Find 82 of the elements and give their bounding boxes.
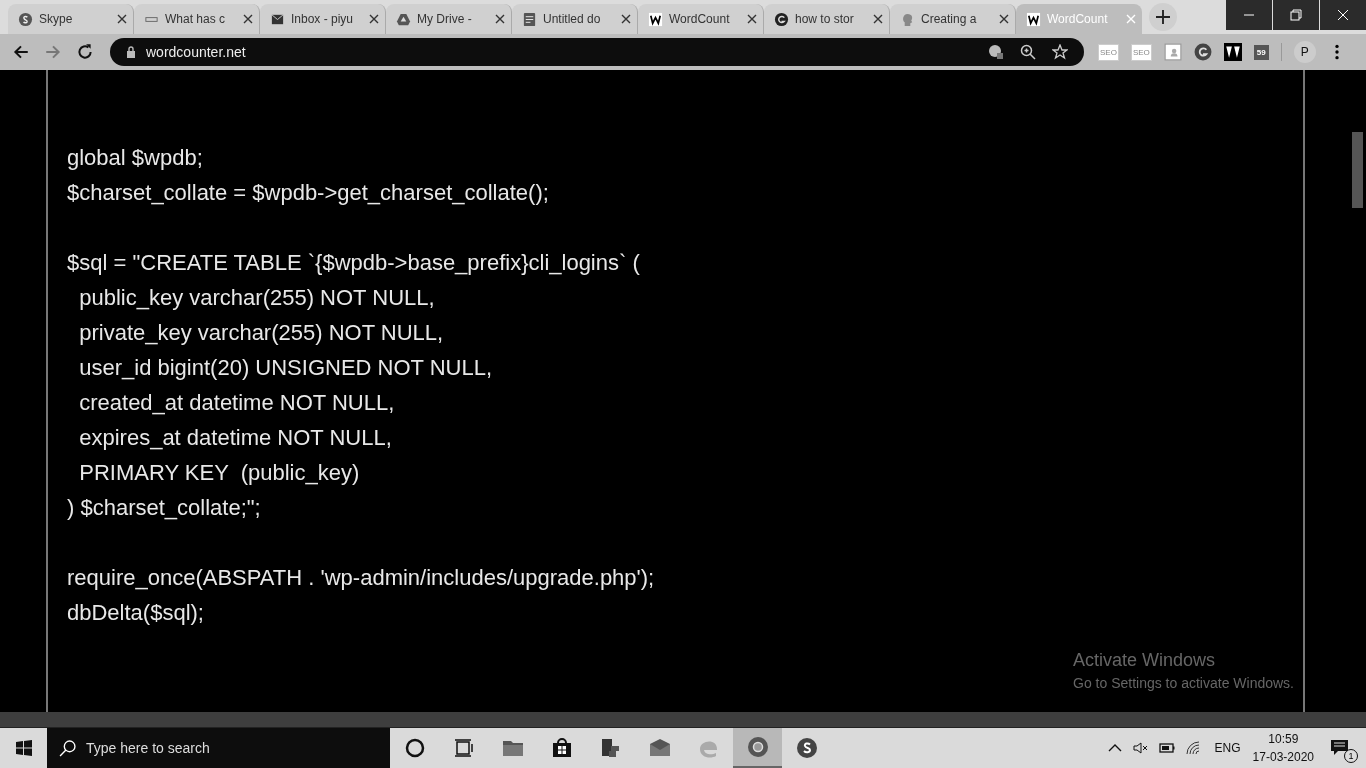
url-text: wordcounter.net [146, 44, 246, 60]
search-icon [59, 739, 76, 757]
wifi-icon[interactable] [1184, 740, 1201, 756]
word-logo-icon [648, 11, 663, 27]
close-icon [1337, 9, 1349, 21]
triangles-icon[interactable] [1223, 43, 1242, 61]
language-indicator[interactable]: ENG [1214, 741, 1241, 755]
skype-icon [18, 11, 33, 27]
browser-tab[interactable]: Untitled do [512, 4, 638, 34]
speaker-muted-icon[interactable] [1132, 740, 1149, 756]
tab-title: WordCount [1047, 12, 1109, 26]
horizontal-scrollbar[interactable] [0, 712, 1366, 728]
code-line: dbDelta($sql); [67, 599, 205, 627]
browser-tab[interactable]: Skype [8, 4, 134, 34]
code-line: global $wpdb; [67, 144, 204, 172]
star-icon[interactable] [1052, 44, 1068, 60]
tab-title: Inbox - piyu [291, 12, 355, 26]
tab-title: Untitled do [543, 12, 602, 26]
browser-tab[interactable]: how to stor [764, 4, 890, 34]
code-line: created_at datetime NOT NULL, [78, 389, 396, 417]
seo-extension[interactable]: SEO [1098, 43, 1119, 61]
zoom-icon[interactable] [1020, 44, 1036, 60]
chrome-logo-icon [745, 735, 770, 759]
activation-title: Activate Windows [1073, 650, 1217, 671]
mail-icon [270, 11, 285, 27]
close-icon[interactable] [621, 14, 631, 24]
browser-tab[interactable]: What has c [134, 4, 260, 34]
close-icon[interactable] [117, 14, 127, 24]
close-icon[interactable] [369, 14, 379, 24]
close-icon[interactable] [747, 14, 757, 24]
browser-tab[interactable]: Creating a [890, 4, 1016, 34]
tab-title: Creating a [921, 12, 978, 26]
restore-icon [1290, 9, 1302, 21]
code-line: ) $charset_collate;"; [67, 494, 262, 522]
tab-title: how to stor [795, 12, 855, 26]
counter-extension[interactable]: 59 [1253, 44, 1269, 60]
seo-extension[interactable]: SEO [1130, 43, 1152, 61]
document-icon [522, 11, 537, 27]
code-line: public_key varchar(255) NOT NULL, [78, 284, 436, 312]
close-icon[interactable] [999, 14, 1009, 24]
code-line: require_once(ABSPATH . 'wp-admin/includes/upgrade.php'); [67, 564, 656, 592]
code-line: PRIMARY KEY (public_key) [78, 459, 361, 487]
cookie-icon[interactable] [988, 44, 1004, 60]
tab-title: My Drive - [417, 12, 473, 26]
notification-count: 1 [1344, 749, 1358, 763]
chrome-taskbar-button[interactable] [733, 728, 782, 768]
taskbar-search-field[interactable]: Type here to search [47, 728, 390, 768]
profile-avatar[interactable]: P [1293, 41, 1316, 63]
reload-icon[interactable] [76, 43, 94, 61]
clock-time[interactable]: 10:59 [1268, 732, 1299, 746]
tab-title: WordCount [669, 12, 731, 26]
code-line: user_id bigint(20) UNSIGNED NOT NULL, [78, 354, 494, 382]
word-logo-icon [1026, 11, 1041, 27]
browser-tab[interactable]: My Drive - [386, 4, 512, 34]
code-line: $charset_collate = $wpdb->get_charset_collate(); [67, 179, 550, 207]
restore-button[interactable] [1273, 0, 1319, 30]
triangle-icon [396, 11, 411, 27]
browser-tab[interactable]: WordCount [638, 4, 764, 34]
close-icon[interactable] [495, 14, 505, 24]
code-line: private_key varchar(255) NOT NULL, [78, 319, 445, 347]
new-tab-button[interactable] [1149, 3, 1177, 31]
browser-tab[interactable]: Inbox - piyu [260, 4, 386, 34]
activation-text: Go to Settings to activate Windows. [1073, 675, 1294, 691]
plus-icon [1156, 10, 1170, 24]
tab-title: What has c [165, 12, 227, 26]
close-icon[interactable] [873, 14, 883, 24]
battery-icon[interactable] [1158, 740, 1175, 756]
close-icon[interactable] [243, 14, 253, 24]
head-icon [900, 11, 915, 27]
g-logo-icon[interactable] [1193, 43, 1212, 61]
chat-bubble-icon [1330, 738, 1350, 758]
address-bar[interactable]: wordcounter.net [110, 38, 1084, 66]
code-line: $sql = "CREATE TABLE `{$wpdb->base_prefix}cli_logins` ( [67, 249, 641, 277]
windows-start-icon[interactable] [16, 740, 32, 756]
lock-icon [126, 46, 136, 58]
code-line: expires_at datetime NOT NULL, [78, 424, 393, 452]
back-icon[interactable] [12, 43, 30, 61]
g-logo-icon [774, 11, 789, 27]
clock-date[interactable]: 17-03-2020 [1252, 750, 1314, 764]
tab-title: Skype [39, 12, 74, 26]
skype-icon [794, 736, 819, 760]
notifications-button[interactable]: 1 [1330, 733, 1358, 763]
